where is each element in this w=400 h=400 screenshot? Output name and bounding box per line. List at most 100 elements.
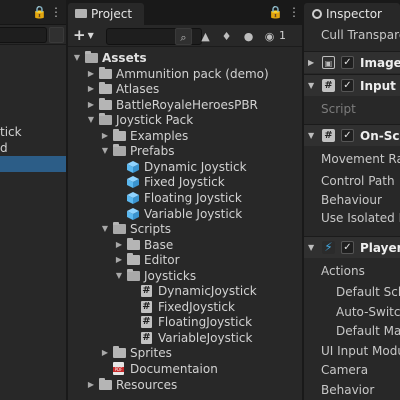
tree-item-label: FloatingJoystick <box>158 315 253 330</box>
create-asset-button[interactable]: + ▼ <box>73 28 99 44</box>
folder-row[interactable]: ▶ Ammunition pack (demo) <box>68 66 302 82</box>
tab-inspector[interactable]: Inspector <box>304 3 400 25</box>
folder-row[interactable]: ▼ Assets <box>68 50 302 66</box>
player-input-field-label[interactable]: Default Sch <box>304 281 400 303</box>
player-input-component-header[interactable]: ▼ ⚡ ✓ Player <box>304 236 400 258</box>
tree-item-label: Scripts <box>130 222 172 237</box>
folder-row[interactable]: ▼ Joystick Pack <box>68 112 302 128</box>
more-options-icon[interactable]: ⋮ <box>288 5 300 19</box>
more-options-icon[interactable]: ⋮ <box>50 5 62 19</box>
lock-icon[interactable]: 🔒 <box>268 5 283 19</box>
chevron-right-icon[interactable]: ▶ <box>86 377 96 393</box>
chevron-down-icon[interactable]: ▼ <box>100 143 110 159</box>
player-input-field-label[interactable]: Actions <box>304 260 400 282</box>
lightning-icon: ⚡ <box>322 241 335 254</box>
tree-item-label: Examples <box>130 128 189 143</box>
folder-row[interactable]: ▼ Joysticks <box>68 268 302 284</box>
chevron-down-icon[interactable]: ▼ <box>72 50 82 66</box>
input-module-component-header[interactable]: ▼ # ✓ Input M <box>304 74 400 96</box>
image-icon: ▣ <box>322 56 335 69</box>
asset-row[interactable]: # FloatingJoystick <box>68 314 302 330</box>
tree-item-label: Joysticks <box>144 268 197 283</box>
chevron-right-icon[interactable]: ▶ <box>86 97 96 113</box>
tree-item-label: Atlases <box>116 82 160 97</box>
image-enabled-checkbox[interactable]: ✓ <box>341 56 354 69</box>
chevron-right-icon[interactable]: ▶ <box>114 237 124 253</box>
asset-row[interactable]: Fixed Joystick <box>68 174 302 190</box>
project-toolbar: + ▼ ⌕ ▲ ♦ ● ◉ 1 <box>68 25 302 47</box>
tree-item-label: Variable Joystick <box>144 206 243 221</box>
panel-divider[interactable] <box>302 0 304 400</box>
hierarchy-item[interactable] <box>0 156 66 172</box>
inspector-panel: Inspector Cull Transparen ▶ ▣ ✓ Image ▼ … <box>304 0 400 400</box>
plus-icon: + <box>73 26 86 44</box>
folder-row[interactable]: ▼ Scripts <box>68 221 302 237</box>
visibility-icon[interactable]: ◉ <box>261 28 278 45</box>
prefab-cube-icon <box>127 191 139 204</box>
chevron-right-icon[interactable]: ▶ <box>100 128 110 144</box>
input-module-enabled-checkbox[interactable]: ✓ <box>341 79 354 92</box>
tab-project[interactable]: Project <box>68 3 144 25</box>
hierarchy-item[interactable]: tick <box>0 124 66 140</box>
player-input-field-label[interactable]: Behavior <box>304 379 400 400</box>
chevron-right-icon[interactable]: ▶ <box>86 66 96 82</box>
prefab-cube-icon <box>127 207 139 220</box>
project-tab-bar: Project 🔒 ⋮ <box>68 0 302 25</box>
hierarchy-panel: 🔒 ⋮ tick d <box>0 0 66 400</box>
chevron-down-icon[interactable]: ▼ <box>114 268 124 284</box>
hierarchy-item[interactable]: d <box>0 140 66 156</box>
tree-item-label: Floating Joystick <box>144 190 242 205</box>
folder-row[interactable]: ▶ BattleRoyaleHeroesPBR <box>68 97 302 113</box>
asset-row[interactable]: Variable Joystick <box>68 206 302 222</box>
tree-item-label: BattleRoyaleHeroesPBR <box>116 97 258 112</box>
expand-arrow-icon[interactable]: ▼ <box>308 237 314 259</box>
folder-icon <box>127 253 140 266</box>
filter-by-type-icon[interactable]: ▲ <box>197 28 214 45</box>
warning-icon[interactable]: ● <box>240 28 257 45</box>
player-input-field-label[interactable]: Default Map <box>304 320 400 342</box>
lock-icon[interactable]: 🔒 <box>32 5 47 19</box>
player-input-enabled-checkbox[interactable]: ✓ <box>341 241 354 254</box>
hierarchy-search-input[interactable] <box>0 27 47 43</box>
tree-item-label: Sprites <box>130 346 172 361</box>
expand-arrow-icon[interactable]: ▼ <box>308 75 314 97</box>
tree-item-label: Joystick Pack <box>116 113 194 128</box>
folder-row[interactable]: ▶ Editor <box>68 252 302 268</box>
csharp-script-icon: # <box>141 285 152 298</box>
expand-arrow-icon[interactable]: ▼ <box>308 125 314 147</box>
asset-row[interactable]: Dynamic Joystick <box>68 159 302 175</box>
label-tag-icon[interactable]: ♦ <box>218 28 235 45</box>
hierarchy-item-label: tick <box>0 125 22 139</box>
expand-arrow-icon[interactable]: ▶ <box>308 52 314 74</box>
asset-row[interactable]: Documentaion <box>68 361 302 377</box>
on-screen-component-header[interactable]: ▼ # ✓ On-Sc <box>304 124 400 146</box>
folder-row[interactable]: ▶ Resources <box>68 377 302 393</box>
folder-row[interactable]: ▶ Sprites <box>68 345 302 361</box>
asset-row[interactable]: # FixedJoystick <box>68 299 302 315</box>
asset-row[interactable]: # VariableJoystick <box>68 330 302 346</box>
folder-row[interactable]: ▼ Prefabs <box>68 143 302 159</box>
panel-divider[interactable] <box>66 0 68 400</box>
chevron-right-icon[interactable]: ▶ <box>100 345 110 361</box>
on-screen-enabled-checkbox[interactable]: ✓ <box>341 129 354 142</box>
image-component-title: Image <box>360 56 400 70</box>
folder-open-icon <box>85 51 98 63</box>
script-field-label: Script <box>321 102 356 116</box>
chevron-right-icon[interactable]: ▶ <box>114 252 124 268</box>
folder-row[interactable]: ▶ Atlases <box>68 81 302 97</box>
chevron-down-icon[interactable]: ▼ <box>100 221 110 237</box>
search-by-type-icon[interactable]: ⌕ <box>175 28 192 45</box>
player-input-field-label[interactable]: Camera <box>304 359 400 381</box>
asset-row[interactable]: # DynamicJoystick <box>68 283 302 299</box>
chevron-right-icon[interactable]: ▶ <box>86 81 96 97</box>
image-component-header[interactable]: ▶ ▣ ✓ Image <box>304 51 400 73</box>
cull-transparent-label: Cull Transparen <box>321 28 400 42</box>
tree-item-label: Prefabs <box>130 144 175 159</box>
folder-row[interactable]: ▶ Examples <box>68 128 302 144</box>
search-mode-icon[interactable] <box>49 27 64 43</box>
tree-item-label: Dynamic Joystick <box>144 159 247 174</box>
chevron-down-icon[interactable]: ▼ <box>86 112 96 128</box>
folder-row[interactable]: ▶ Base <box>68 237 302 253</box>
tree-item-label: Documentaion <box>130 362 218 376</box>
asset-row[interactable]: Floating Joystick <box>68 190 302 206</box>
